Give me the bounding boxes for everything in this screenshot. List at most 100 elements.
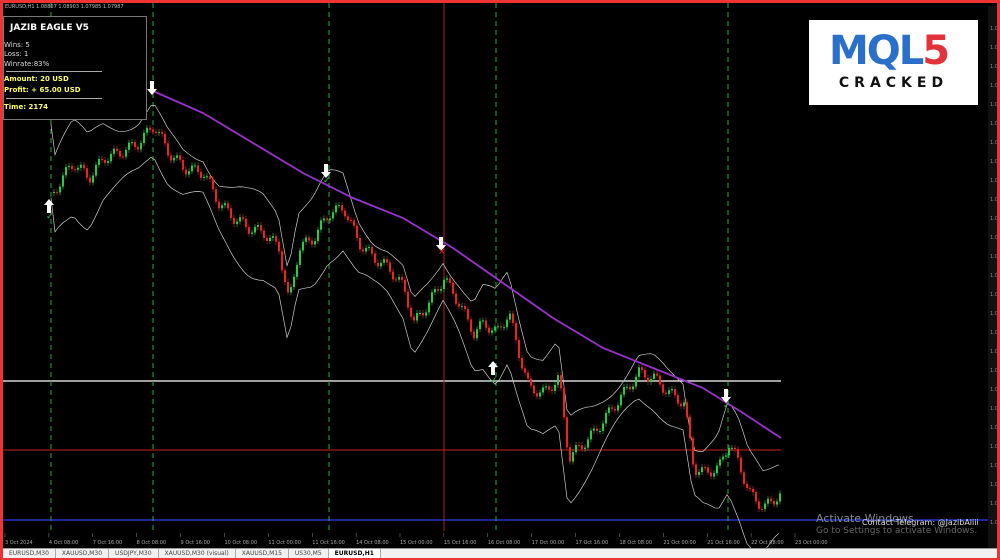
candle-body <box>773 501 775 505</box>
candle-body <box>593 428 595 431</box>
candle-body <box>320 220 322 230</box>
candle-body <box>704 467 706 469</box>
candle-body <box>299 250 301 265</box>
date-axis-label: 11 Oct 16:00 <box>312 540 345 546</box>
candle-body <box>416 313 418 321</box>
date-axis-label: 10 Oct 08:00 <box>224 540 257 546</box>
logo-subtitle: CRACKED <box>838 75 949 91</box>
candle-body <box>452 282 454 294</box>
candle-body <box>581 445 583 449</box>
candle-body <box>626 386 628 388</box>
chart-tab[interactable]: EURUSD,M30 <box>3 549 56 558</box>
candle-body <box>284 270 286 283</box>
candle-body <box>374 253 376 263</box>
candle-body <box>71 166 73 170</box>
candle-body <box>362 249 364 252</box>
candle-body <box>281 251 283 271</box>
date-axis-label: 21 Oct 16:00 <box>707 540 740 546</box>
candle-body <box>269 237 271 242</box>
candle-body <box>689 416 691 439</box>
candle-body <box>419 312 421 314</box>
candle-body <box>401 277 403 280</box>
result-mark-icon: ✓ <box>323 176 331 186</box>
candle-body <box>761 508 763 510</box>
chart-tab[interactable]: XAUUSD,M15 <box>236 549 289 558</box>
chart-tab[interactable]: XAUUSD,M30 (visual) <box>159 549 236 558</box>
candle-body <box>458 303 460 307</box>
candle-body <box>575 445 577 453</box>
chart-tab[interactable]: XAUUSD,M30 <box>56 549 110 558</box>
candle-body <box>434 289 436 293</box>
candle-body <box>263 230 265 238</box>
candle-body <box>122 156 124 158</box>
chart-tab[interactable]: EURUSD,H1 <box>328 549 381 558</box>
candle-body <box>758 501 760 509</box>
price-scale[interactable]: 1.0 1.0 1.0 1.0 1.0 1.0 1.0 1.0 1.0 1.0 1.0 1.0 1.0 1… <box>988 6 997 548</box>
candle-body <box>212 179 214 190</box>
candle-body <box>752 488 754 493</box>
candle-body <box>635 376 637 387</box>
date-axis-label: 16 Oct 08:00 <box>488 540 521 546</box>
time-text: Time: 2174 <box>4 103 48 111</box>
candle-body <box>656 373 658 376</box>
candle-body <box>677 395 679 404</box>
candle-body <box>713 473 715 477</box>
candle-body <box>392 271 394 280</box>
candle-body <box>86 168 88 178</box>
price-scale-label: 1.0 <box>990 482 997 488</box>
candle-body <box>431 292 433 303</box>
candle-body <box>335 205 337 213</box>
candle-body <box>662 384 664 393</box>
candle-body <box>686 402 688 417</box>
candle-body <box>494 326 496 331</box>
candle-body <box>755 492 757 502</box>
candle-body <box>740 457 742 473</box>
candle-body <box>56 191 58 193</box>
price-scale-label: 1.0 <box>990 64 997 70</box>
candle-body <box>110 153 112 162</box>
candle-body <box>161 132 163 134</box>
result-mark-icon: ✓ <box>490 376 498 386</box>
candle-body <box>200 171 202 178</box>
upper-band <box>50 105 780 472</box>
candle-body <box>332 212 334 219</box>
candle-body <box>500 326 502 328</box>
candle-body <box>170 155 172 161</box>
candle-body <box>650 379 652 382</box>
candle-body <box>665 392 667 394</box>
candle-body <box>710 472 712 477</box>
candle-body <box>398 277 400 280</box>
candle-body <box>440 288 442 291</box>
candle-body <box>638 367 640 377</box>
panel-divider <box>6 98 102 99</box>
candle-body <box>566 417 568 448</box>
lower-band <box>50 156 780 548</box>
candle-body <box>725 455 727 457</box>
candle-body <box>470 319 472 332</box>
date-axis-label: 14 Oct 08:00 <box>356 540 389 546</box>
candle-body <box>338 205 340 207</box>
price-scale-label: 1.0 <box>990 178 997 184</box>
candle-body <box>359 237 361 250</box>
candle-body <box>473 331 475 339</box>
date-axis-label: 17 Oct 16:00 <box>576 540 609 546</box>
chart-tab[interactable]: USDJPY,M30 <box>109 549 159 558</box>
candle-body <box>578 445 580 447</box>
candle-body <box>641 367 643 370</box>
candle-body <box>257 225 259 227</box>
price-scale-label: 1.0 <box>990 520 997 526</box>
chart-tab-bar: EURUSD,M30 XAUUSD,M30 USDJPY,M30 XAUUSD,M30… <box>3 548 997 558</box>
price-scale-label: 1.0 <box>990 349 997 355</box>
candle-body <box>182 159 184 170</box>
date-axis-label: 11 Oct 00:00 <box>268 540 301 546</box>
chart-tab[interactable]: US30,M5 <box>289 549 329 558</box>
candle-body <box>224 203 226 206</box>
candle-body <box>407 291 409 308</box>
candle-body <box>779 493 781 502</box>
candle-body <box>521 358 523 369</box>
candle-body <box>188 171 190 175</box>
candle-body <box>194 165 196 167</box>
candle-body <box>77 167 79 170</box>
candle-body <box>647 377 649 382</box>
candle-body <box>560 375 562 389</box>
